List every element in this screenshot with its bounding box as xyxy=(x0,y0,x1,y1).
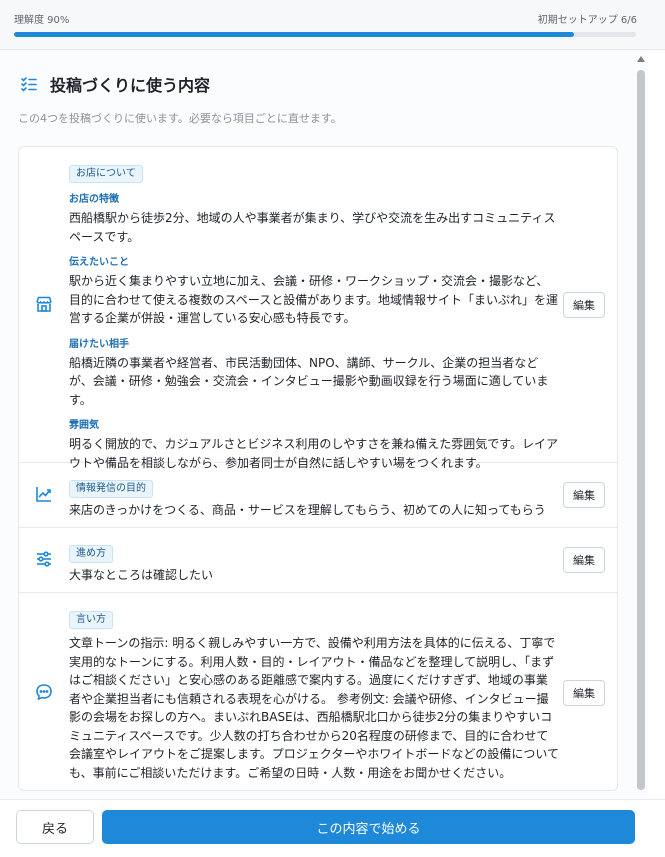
row-tag: 言い方 xyxy=(69,611,113,629)
row-store-body: お店について お店の特徴 西船橋駅から徒歩2分、地域の人や事業者が集まり、学びや… xyxy=(69,161,559,472)
edit-store-button[interactable]: 編集 xyxy=(563,292,605,318)
setup-step-label: 初期セットアップ 6/6 xyxy=(537,15,637,26)
text-tone: 文章トーンの指示: 明るく親しみやすい一方で、設備や利用方法を具体的に伝える、丁… xyxy=(69,636,559,780)
scroll-up-arrow-icon[interactable] xyxy=(637,56,645,62)
row-purpose: 情報発信の目的 来店のきっかけをつくる、商品・サービスを理解してもらう、初めての… xyxy=(19,463,617,528)
back-button[interactable]: 戻る xyxy=(16,810,94,844)
scrollbar-thumb[interactable] xyxy=(637,70,645,790)
text-message: 駅から近く集まりやすい立地に加え、会議・研修・ワークショップ・交流会・撮影など、… xyxy=(69,274,559,325)
sub-label-message: 伝えたいこと xyxy=(69,257,129,268)
edit-process-button[interactable]: 編集 xyxy=(563,547,605,573)
text-purpose: 来店のきっかけをつくる、商品・サービスを理解してもらう、初めての人に知ってもらう xyxy=(69,503,546,517)
sub-label-features: お店の特徴 xyxy=(69,194,119,205)
row-tone: 言い方 文章トーンの指示: 明るく親しみやすい一方で、設備や利用方法を具体的に伝… xyxy=(19,593,617,790)
start-button[interactable]: この内容で始める xyxy=(102,810,635,844)
understanding-progress-fill xyxy=(14,32,574,37)
setup-header: 理解度 90% 初期セットアップ 6/6 xyxy=(0,0,665,50)
text-process: 大事なところは確認したい xyxy=(69,568,214,582)
footer-actions: 戻る この内容で始める xyxy=(0,799,665,857)
sub-label-audience: 届けたい相手 xyxy=(69,338,129,350)
row-purpose-body: 情報発信の目的 来店のきっかけをつくる、商品・サービスを理解してもらう、初めての… xyxy=(69,476,559,520)
text-audience: 船橋近隣の事業者や経営者、市民活動団体、NPO、講師、サークル、企業の担当者など… xyxy=(69,355,549,407)
row-tag: 情報発信の目的 xyxy=(69,480,153,498)
vertical-scrollbar[interactable] xyxy=(636,56,646,796)
chat-bubble-icon xyxy=(35,683,53,701)
checklist-icon xyxy=(20,75,38,93)
sub-label-atmosphere: 雰囲気 xyxy=(69,420,99,431)
row-process-body: 進め方 大事なところは確認したい xyxy=(69,541,559,585)
content-card: お店について お店の特徴 西船橋駅から徒歩2分、地域の人や事業者が集まり、学びや… xyxy=(18,146,618,791)
section-subtitle: この4つを投稿づくりに使います。必要なら項目ごとに直せます。 xyxy=(18,112,342,125)
row-tone-body: 言い方 文章トーンの指示: 明るく親しみやすい一方で、設備や利用方法を具体的に伝… xyxy=(69,607,559,782)
row-tag: 進め方 xyxy=(69,545,113,563)
section-header: 投稿づくりに使う内容 xyxy=(20,72,210,96)
sliders-icon xyxy=(35,550,53,568)
trend-chart-icon xyxy=(35,485,53,503)
row-store: お店について お店の特徴 西船橋駅から徒歩2分、地域の人や事業者が集まり、学びや… xyxy=(19,147,617,470)
text-features: 西船橋駅から徒歩2分、地域の人や事業者が集まり、学びや交流を生み出すコミュニティ… xyxy=(69,211,556,244)
row-tag: お店について xyxy=(69,165,143,183)
understanding-label: 理解度 90% xyxy=(14,15,70,26)
row-process: 進め方 大事なところは確認したい 編集 xyxy=(19,528,617,593)
edit-tone-button[interactable]: 編集 xyxy=(563,680,605,706)
understanding-progress-bar xyxy=(14,32,636,37)
store-icon xyxy=(35,295,53,313)
edit-purpose-button[interactable]: 編集 xyxy=(563,482,605,508)
section-title: 投稿づくりに使う内容 xyxy=(50,76,211,95)
